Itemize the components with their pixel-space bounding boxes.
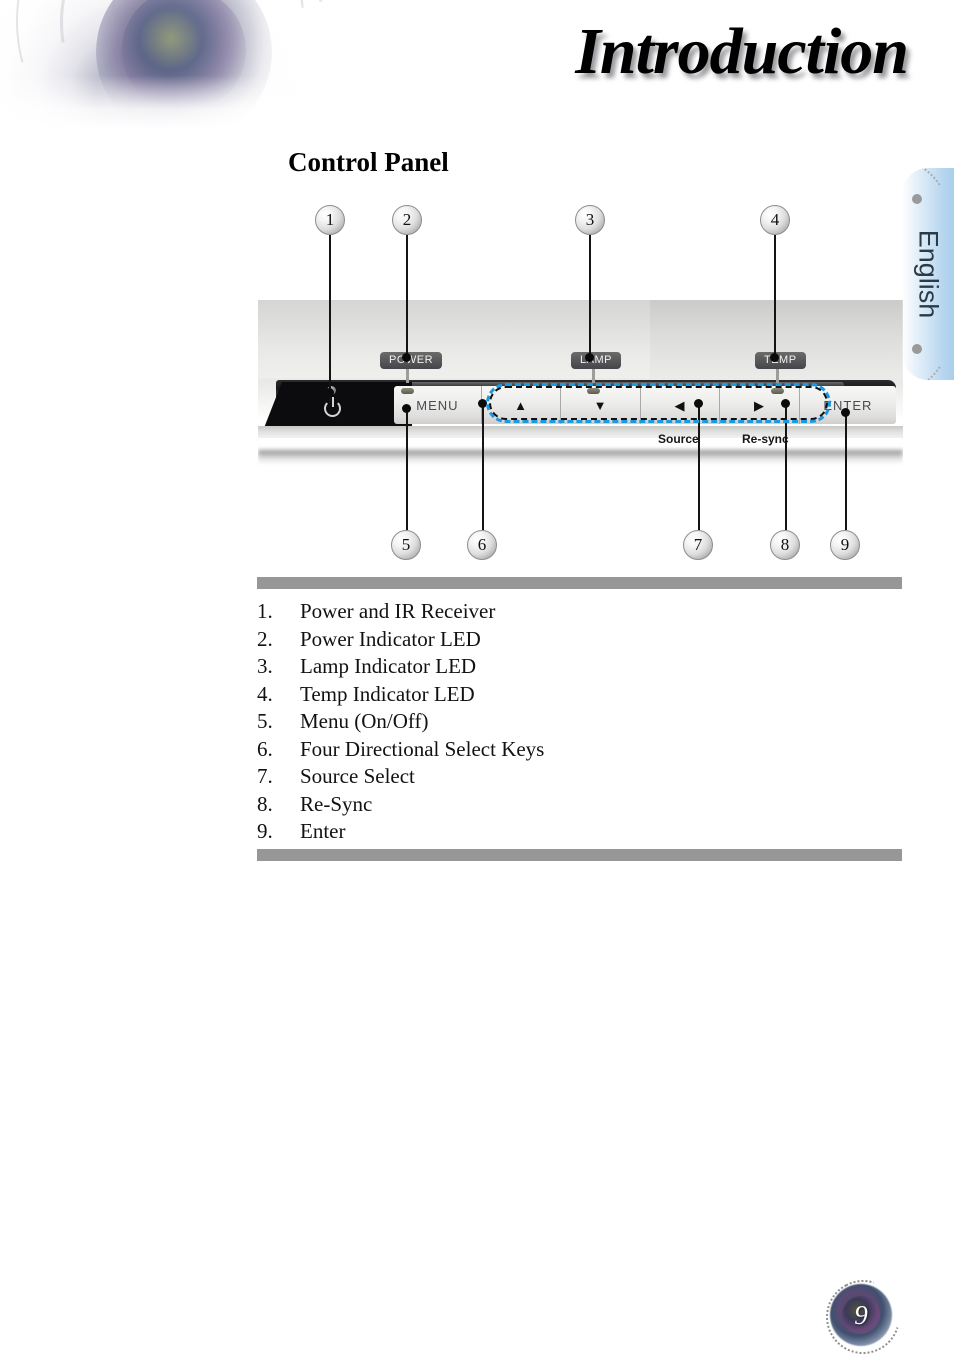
leader-line-1	[329, 235, 331, 403]
page-number-badge: 9	[812, 1266, 914, 1367]
list-item-number: 3.	[257, 654, 273, 678]
page-number: 9	[854, 1299, 868, 1330]
list-item-label: Lamp Indicator LED	[300, 654, 477, 678]
power-led-lens	[401, 388, 414, 394]
legend-top-divider	[257, 577, 902, 589]
list-item-number: 9.	[257, 819, 273, 843]
callout-2: 2	[392, 205, 422, 235]
list-item: 5. Menu (On/Off)	[257, 708, 902, 736]
list-item-label: Temp Indicator LED	[300, 681, 475, 706]
callout-5: 5	[391, 530, 421, 560]
list-item-label: Power and IR Receiver	[300, 599, 496, 623]
list-item-number: 8.	[257, 791, 273, 816]
callout-8: 8	[770, 530, 800, 560]
leader-dot-5	[402, 404, 411, 413]
leader-dot-8	[781, 399, 790, 408]
list-item-number: 1.	[257, 599, 273, 623]
legend-bottom-divider	[257, 849, 902, 861]
callout-6: 6	[467, 530, 497, 560]
list-item: 7. Source Select	[257, 763, 902, 791]
list-item-label: Re-Sync	[300, 791, 373, 816]
power-led-stem	[406, 369, 409, 383]
lamp-led-lens	[587, 388, 600, 394]
leader-dot-3	[585, 353, 594, 362]
leader-dot-1	[325, 388, 334, 397]
list-item-number: 6.	[257, 736, 273, 761]
list-item: 3. Lamp Indicator LED	[257, 653, 902, 681]
left-arrow-source-button[interactable]: ◀	[640, 386, 721, 424]
callout-9: 9	[830, 530, 860, 560]
temp-led-lens	[771, 388, 784, 394]
projector-control-panel-photo: POWER LAMP TEMP MENU ▲ ▼ ◀ ▶ ENTER Sourc…	[258, 300, 903, 472]
arrow-up-icon: ▲	[514, 397, 529, 413]
callout-3: 3	[575, 205, 605, 235]
power-button-icon	[324, 397, 341, 417]
list-item: 6. Four Directional Select Keys	[257, 736, 902, 764]
lamp-led-label: LAMP	[571, 352, 621, 369]
projector-body-edge	[258, 426, 903, 438]
list-item: 4. Temp Indicator LED	[257, 681, 902, 709]
leader-line-2	[406, 235, 408, 360]
control-key-row: MENU ▲ ▼ ◀ ▶ ENTER	[394, 386, 896, 424]
leader-dot-6	[478, 399, 487, 408]
leader-dot-4	[770, 353, 779, 362]
projector-drop-shadow	[258, 450, 903, 464]
source-sub-label: Source	[658, 432, 699, 446]
leader-line-5	[406, 408, 408, 530]
down-arrow-button[interactable]: ▼	[561, 386, 641, 424]
list-item-label: Enter	[300, 819, 346, 843]
leader-line-9	[845, 412, 847, 530]
power-led-label: POWER	[380, 352, 443, 369]
callout-7: 7	[683, 530, 713, 560]
list-item-label: Source Select	[300, 764, 415, 788]
list-item: 2. Power Indicator LED	[257, 626, 902, 654]
list-item: 1. Power and IR Receiver	[257, 598, 902, 626]
leader-dot-2	[402, 353, 411, 362]
list-item-label: Power Indicator LED	[300, 626, 481, 651]
up-arrow-button[interactable]: ▲	[481, 386, 562, 424]
arrow-right-icon: ▶	[754, 397, 766, 413]
list-item-number: 2.	[257, 626, 273, 651]
callout-4: 4	[760, 205, 790, 235]
list-item: 8. Re-Sync	[257, 791, 902, 819]
list-item: 9. Enter	[257, 818, 902, 846]
leader-line-6	[482, 403, 484, 530]
lamp-led-stem	[592, 369, 595, 383]
control-panel-figure: 1 2 3 4 POWER LAMP TEMP MENU ▲ ▼ ◀ ▶ ENT…	[0, 0, 954, 580]
temp-led-label: TEMP	[755, 352, 806, 369]
leader-line-8	[785, 403, 787, 530]
temp-led-stem	[776, 369, 779, 383]
leader-line-4	[774, 235, 776, 360]
leader-line-7	[698, 403, 700, 530]
enter-button[interactable]: ENTER	[799, 386, 896, 424]
leader-line-3	[589, 235, 591, 360]
list-item-number: 7.	[257, 764, 273, 788]
control-panel-legend-list: 1. Power and IR Receiver 2. Power Indica…	[257, 598, 902, 846]
list-item-label: Menu (On/Off)	[300, 709, 429, 733]
leader-dot-9	[841, 408, 850, 417]
resync-sub-label: Re-sync	[742, 432, 789, 446]
leader-dot-7	[694, 399, 703, 408]
callout-1: 1	[315, 205, 345, 235]
list-item-label: Four Directional Select Keys	[300, 736, 545, 761]
arrow-left-icon: ◀	[674, 397, 686, 413]
arrow-down-icon: ▼	[593, 397, 608, 413]
list-item-number: 5.	[257, 709, 273, 733]
list-item-number: 4.	[257, 681, 273, 706]
